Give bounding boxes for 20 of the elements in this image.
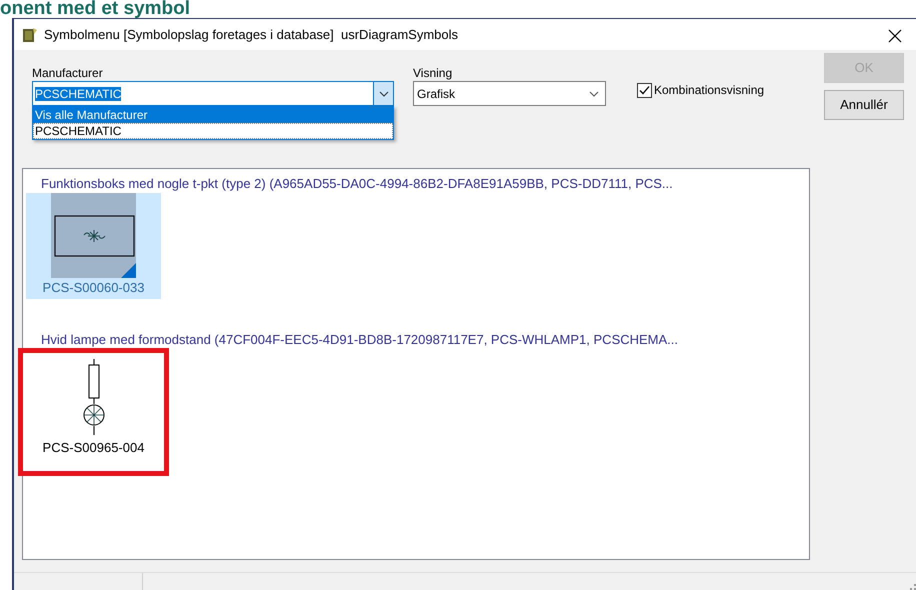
window-title: Symbolmenu [Symbolopslag foretages i database] usrDiagramSymbols [44,26,460,44]
symbol-tile[interactable]: PCS-S00060-033 [26,193,161,299]
dropdown-option[interactable]: PCSCHEMATIC [33,123,393,139]
dialog-button[interactable]: Annullér [824,90,904,120]
checkbox[interactable] [637,82,652,98]
app-icon [22,26,38,42]
chevron-icon [378,90,388,96]
checkbox-label: Kombinationsvisning [654,82,764,99]
chevron-icon [589,90,599,96]
group-title: Hvid lampe med formodstand (47CF004F-EEC5-4D91-BD8B-1720987117E7, PCS-WHLAMP1, PCSCHEMA... [40,331,680,349]
manufacturer-combo[interactable]: PCSCHEMATIC [32,81,394,106]
dropdown-option[interactable]: Vis alle Manufacturer [33,107,393,123]
symbol-tile[interactable]: PCS-S00965-004 [23,353,164,471]
visning-label: Visning [413,66,454,81]
visning-combo[interactable]: Grafisk [413,81,606,106]
resize-grip-icon [910,584,916,590]
close-icon [888,28,902,43]
manufacturer-label: Manufacturer [32,66,104,81]
group-title: Funktionsboks med nogle t-pkt (type 2) (A965AD55-DA0C-4994-86B2-DFA8E91A59BB, PCS-DD7111, PCS... [40,175,674,193]
page-heading: onent med et symbol [0,0,190,18]
